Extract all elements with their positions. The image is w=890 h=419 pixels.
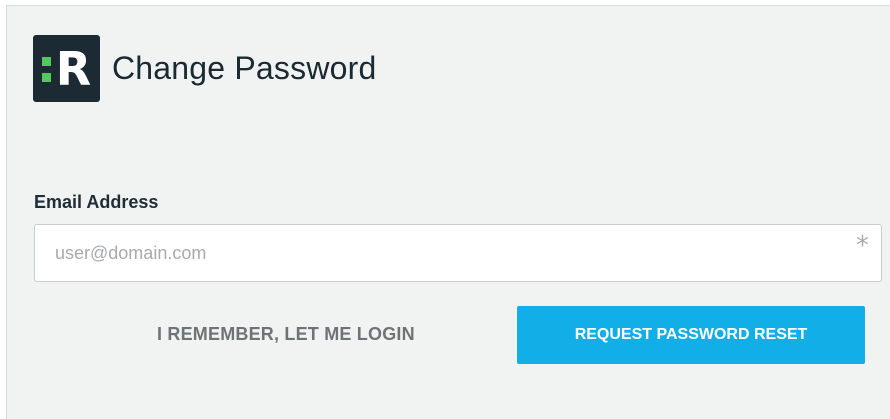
email-label: Email Address	[34, 192, 159, 212]
logo-letter: R	[55, 41, 92, 96]
page-title: Change Password	[112, 50, 377, 86]
email-field-container: *	[34, 224, 882, 282]
email-input[interactable]	[35, 225, 881, 281]
required-asterisk-icon: *	[856, 231, 869, 261]
change-password-panel: R Change Password Email Address * I REME…	[6, 5, 890, 419]
resolver-logo: R	[33, 35, 100, 102]
logo-dots	[42, 57, 51, 83]
header: R Change Password	[33, 35, 376, 102]
remember-login-link[interactable]: I REMEMBER, LET ME LOGIN	[157, 324, 415, 345]
request-password-reset-button[interactable]: REQUEST PASSWORD RESET	[517, 306, 865, 364]
